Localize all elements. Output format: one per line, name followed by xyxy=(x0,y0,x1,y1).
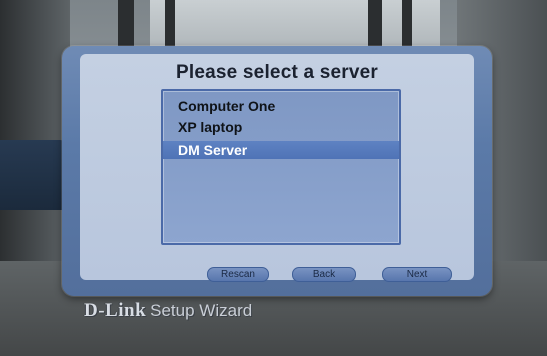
server-list[interactable]: Computer One XP laptop DM Server xyxy=(161,89,401,245)
sofa-shape xyxy=(0,140,70,210)
dlink-branding: D-Link Setup Wizard xyxy=(84,300,252,326)
dlink-logo: D-Link xyxy=(84,300,147,321)
server-select-dialog: Please select a server Computer One XP l… xyxy=(62,46,492,296)
setup-wizard-label: Setup Wizard xyxy=(150,301,253,320)
dialog-title: Please select a server xyxy=(176,62,378,83)
server-list-item-selected[interactable]: DM Server xyxy=(163,141,399,159)
back-button[interactable]: Back xyxy=(292,267,356,282)
server-list-item[interactable]: XP laptop xyxy=(163,118,399,136)
server-list-item[interactable]: Computer One xyxy=(163,97,399,115)
rescan-button[interactable]: Rescan xyxy=(207,267,269,282)
next-button[interactable]: Next xyxy=(382,267,452,282)
